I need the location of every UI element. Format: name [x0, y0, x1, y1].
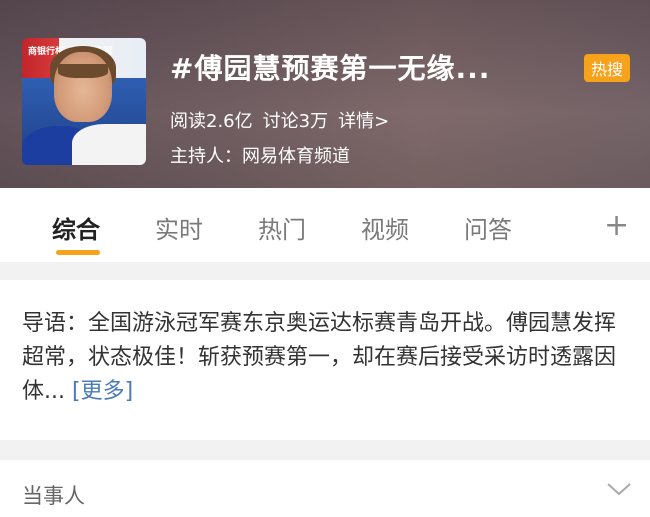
discuss-count: 讨论3万	[262, 111, 329, 132]
section-divider	[0, 262, 650, 280]
tab-qa[interactable]: 问答	[464, 210, 512, 245]
tab-composite[interactable]: 综合	[52, 210, 100, 245]
thumbnail-towel	[72, 124, 146, 165]
thumbnail-face	[54, 52, 112, 122]
read-count: 阅读2.6亿	[170, 111, 253, 132]
tab-video[interactable]: 视频	[361, 210, 409, 245]
add-tab-icon[interactable]: +	[604, 208, 629, 243]
section-divider	[0, 440, 650, 460]
more-link[interactable]: [更多]	[72, 379, 133, 404]
topic-stats: 阅读2.6亿 讨论3万 详情>	[170, 107, 399, 133]
active-tab-indicator	[56, 250, 100, 255]
topic-host[interactable]: 主持人：网易体育频道	[170, 142, 350, 168]
thumbnail-fringe	[58, 64, 108, 78]
intro-text-block: 导语：全国游泳冠军赛东京奥运达标赛青岛开战。傅园慧发挥超常，状态极佳！斩获预赛第…	[22, 307, 632, 409]
hot-badge: 热搜	[584, 54, 630, 82]
party-label: 当事人	[22, 484, 85, 508]
tab-realtime[interactable]: 实时	[155, 210, 203, 245]
chevron-down-icon[interactable]	[604, 474, 634, 504]
topic-title: #傅园慧预赛第一无缘...	[170, 52, 491, 85]
tab-bar: 综合 实时 热门 视频 问答 +	[0, 188, 650, 262]
details-link[interactable]: 详情>	[338, 111, 389, 132]
topic-thumbnail[interactable]: 商银行杯 全国游泳冠	[22, 38, 146, 165]
intro-section: 导语：全国游泳冠军赛东京奥运达标赛青岛开战。傅园慧发挥超常，状态极佳！斩获预赛第…	[0, 280, 650, 440]
tab-hot[interactable]: 热门	[258, 210, 306, 245]
party-section[interactable]: 当事人	[0, 460, 650, 517]
